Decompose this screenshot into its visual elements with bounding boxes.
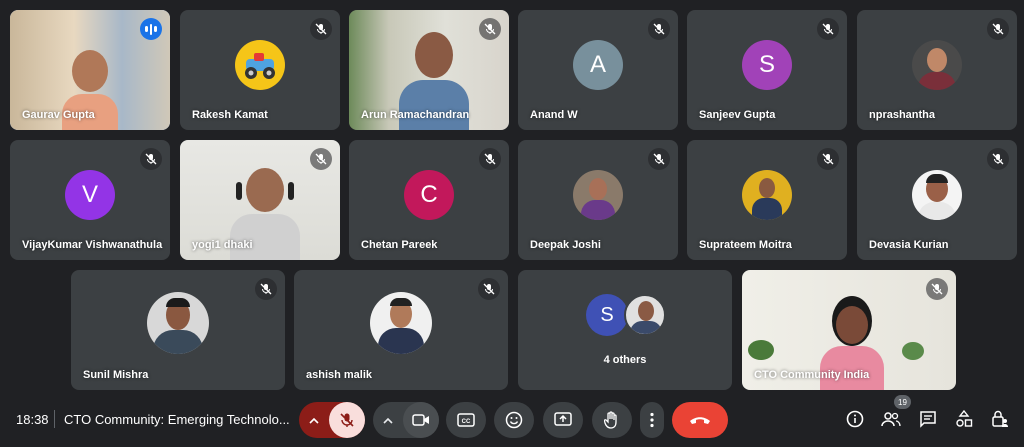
mic-muted-icon xyxy=(987,18,1009,40)
present-icon xyxy=(554,412,572,426)
mic-muted-icon xyxy=(987,148,1009,170)
plant-decoration xyxy=(748,340,774,360)
participant-name: Arun Ramachandran xyxy=(361,109,470,121)
participant-tile[interactable]: yogi1 dhaki xyxy=(180,140,340,260)
plant-decoration xyxy=(902,342,924,360)
hang-up-icon xyxy=(690,417,710,424)
camera-toggle-button[interactable] xyxy=(403,402,439,438)
emoji-reaction-button[interactable] xyxy=(494,402,534,438)
participant-tile[interactable]: Rakesh Kamat xyxy=(180,10,340,130)
participant-name: Rakesh Kamat xyxy=(192,109,268,121)
avatar: S xyxy=(586,294,628,336)
mic-muted-icon xyxy=(255,278,277,300)
participant-name: VijayKumar Vishwanathula xyxy=(22,239,163,251)
mic-muted-icon xyxy=(479,18,501,40)
participant-name: Suprateem Moitra xyxy=(699,239,792,251)
mic-muted-icon xyxy=(648,18,670,40)
chat-icon xyxy=(920,411,936,428)
participant-name: yogi1 dhaki xyxy=(192,239,253,251)
speaking-indicator-icon xyxy=(140,18,162,40)
mic-muted-icon xyxy=(140,148,162,170)
avatar: A xyxy=(573,40,623,90)
participant-name: Devasia Kurian xyxy=(869,239,949,251)
leave-call-button[interactable] xyxy=(672,402,728,438)
participant-name: Anand W xyxy=(530,109,578,121)
participant-tile[interactable]: Arun Ramachandran xyxy=(349,10,509,130)
activities-icon xyxy=(956,410,973,427)
divider xyxy=(54,410,55,428)
lock-person-icon xyxy=(992,410,1008,427)
people-button[interactable] xyxy=(880,408,902,430)
participant-count-badge: 19 xyxy=(894,395,911,409)
info-icon xyxy=(846,410,864,428)
host-controls-button[interactable] xyxy=(989,408,1011,430)
participant-tile[interactable]: Devasia Kurian xyxy=(857,140,1017,260)
avatar: C xyxy=(404,170,454,220)
others-count-label: 4 others xyxy=(603,354,647,366)
others-tile[interactable]: S 4 others xyxy=(518,270,732,390)
participant-name: Sunil Mishra xyxy=(83,369,149,381)
meeting-details-button[interactable] xyxy=(844,408,866,430)
avatar: S xyxy=(742,40,792,90)
avatar xyxy=(147,292,209,354)
participant-name: Sanjeev Gupta xyxy=(699,109,776,121)
emoji-icon xyxy=(505,411,523,429)
meeting-stage: Gaurav Gupta Rakesh Kamat Arun Ramachand… xyxy=(0,0,1024,447)
participant-name: Chetan Pareek xyxy=(361,239,438,251)
avatar xyxy=(573,170,623,220)
mic-muted-icon xyxy=(310,148,332,170)
mic-group xyxy=(299,402,365,438)
participant-tile[interactable]: C Chetan Pareek xyxy=(349,140,509,260)
participant-name: ashish malik xyxy=(306,369,373,381)
more-options-button[interactable] xyxy=(640,402,664,438)
present-screen-button[interactable] xyxy=(543,402,583,438)
mic-muted-icon xyxy=(479,148,501,170)
mic-muted-icon xyxy=(817,18,839,40)
mic-muted-icon xyxy=(310,18,332,40)
raise-hand-button[interactable] xyxy=(592,402,632,438)
mic-muted-icon xyxy=(926,278,948,300)
participant-tile[interactable]: A Anand W xyxy=(518,10,678,130)
mic-muted-icon xyxy=(478,278,500,300)
captions-button[interactable]: CC xyxy=(446,402,486,438)
avatar xyxy=(912,170,962,220)
activities-button[interactable] xyxy=(953,408,975,430)
participant-tile[interactable]: Gaurav Gupta xyxy=(10,10,170,130)
mic-muted-icon xyxy=(817,148,839,170)
participant-tile[interactable]: nprashantha xyxy=(857,10,1017,130)
people-icon xyxy=(881,412,901,427)
participant-name: nprashantha xyxy=(869,109,936,121)
participant-name: Deepak Joshi xyxy=(530,239,601,251)
more-vert-icon xyxy=(650,412,654,428)
participant-name: Gaurav Gupta xyxy=(22,109,95,121)
avatar xyxy=(912,40,962,90)
avatar xyxy=(370,292,432,354)
participant-tile[interactable]: ashish malik xyxy=(294,270,508,390)
captions-icon: CC xyxy=(457,413,475,427)
meeting-title: CTO Community: Emerging Technolo... xyxy=(64,412,290,427)
mic-muted-icon xyxy=(648,148,670,170)
participant-tile[interactable]: Deepak Joshi xyxy=(518,140,678,260)
participant-tile[interactable]: CTO Community India xyxy=(742,270,956,390)
participant-name: CTO Community India xyxy=(754,369,870,381)
raise-hand-icon xyxy=(604,411,617,429)
mic-toggle-button[interactable] xyxy=(329,402,365,438)
svg-text:CC: CC xyxy=(462,419,471,425)
meeting-toolbar: 18:38 CTO Community: Emerging Technolo..… xyxy=(0,395,1024,447)
avatar xyxy=(742,170,792,220)
participant-tile[interactable]: V VijayKumar Vishwanathula xyxy=(10,140,170,260)
participant-tile[interactable]: S Sanjeev Gupta xyxy=(687,10,847,130)
cartoon-car-avatar-icon xyxy=(235,40,285,90)
camera-options-chevron-icon[interactable] xyxy=(373,402,403,438)
camera-group xyxy=(373,402,439,438)
participant-tile[interactable]: Sunil Mishra xyxy=(71,270,285,390)
meeting-clock: 18:38 xyxy=(16,412,49,427)
avatar xyxy=(624,294,666,336)
avatar: V xyxy=(65,170,115,220)
mic-options-chevron-icon[interactable] xyxy=(299,402,329,438)
chat-button[interactable] xyxy=(917,408,939,430)
participant-tile[interactable]: Suprateem Moitra xyxy=(687,140,847,260)
